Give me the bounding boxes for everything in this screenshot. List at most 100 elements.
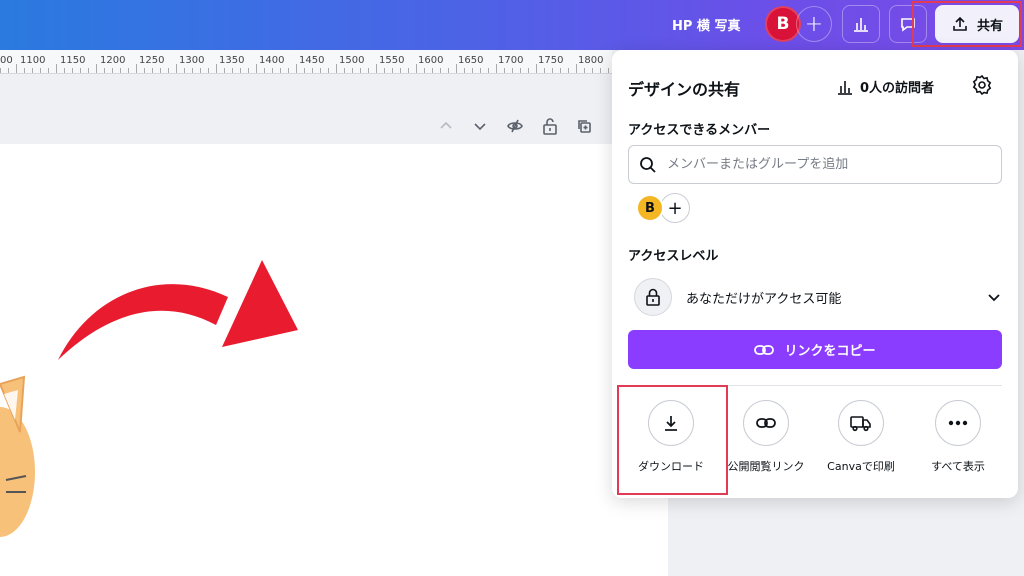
bar-chart-icon <box>854 18 868 32</box>
more-icon-wrapper <box>935 400 981 446</box>
ruler-minor-tick <box>248 68 249 73</box>
ruler-minor-tick <box>560 68 561 73</box>
download-highlight-box <box>617 385 728 495</box>
panel-title: デザインの共有 <box>628 80 741 99</box>
member-search-box[interactable] <box>628 145 1002 184</box>
ruler-minor-tick <box>392 68 393 73</box>
ruler-tick: 1550 <box>379 55 405 66</box>
ruler-minor-tick <box>136 64 137 73</box>
member-avatar[interactable]: B <box>636 194 664 222</box>
bar-chart-icon <box>838 80 852 95</box>
ruler-minor-tick <box>80 68 81 73</box>
public-link-label: 公開閲覧リンク <box>727 460 805 473</box>
ruler-minor-tick <box>24 68 25 73</box>
horizontal-ruler: 00 1100 1150 1200 1250 1300 1350 1400 14… <box>0 50 612 74</box>
ruler-minor-tick <box>208 68 209 73</box>
ruler-tick: 1300 <box>179 55 205 66</box>
ruler-minor-tick <box>424 68 425 73</box>
chevron-down-icon <box>474 123 486 131</box>
member-search-input[interactable] <box>667 157 967 172</box>
ruler-minor-tick <box>592 68 593 73</box>
move-down-button[interactable] <box>470 116 490 136</box>
ruler-tick: 1500 <box>339 55 365 66</box>
ruler-tick: 1450 <box>299 55 325 66</box>
ruler-tick: 1350 <box>219 55 245 66</box>
add-member-button[interactable]: + <box>660 193 690 223</box>
access-level-label: アクセスレベル <box>628 249 719 264</box>
ruler-minor-tick <box>240 68 241 73</box>
member-list: B + <box>636 193 690 223</box>
ruler-minor-tick <box>48 68 49 73</box>
move-up-button[interactable] <box>436 116 456 136</box>
duplicate-icon <box>578 120 591 133</box>
ruler-minor-tick <box>352 68 353 73</box>
ruler-minor-tick <box>88 68 89 73</box>
ruler-minor-tick <box>200 68 201 73</box>
design-title[interactable]: HP 横 写真 <box>672 15 740 34</box>
copy-link-button[interactable]: リンクをコピー <box>628 330 1002 369</box>
ruler-tick: 1100 <box>20 55 46 66</box>
ruler-minor-tick <box>408 68 409 73</box>
ruler-minor-tick <box>72 68 73 73</box>
red-arrow-graphic[interactable] <box>50 255 300 365</box>
ruler-minor-tick <box>176 64 177 73</box>
ruler-minor-tick <box>400 68 401 73</box>
ruler-minor-tick <box>184 68 185 73</box>
ruler-minor-tick <box>568 68 569 73</box>
ruler-minor-tick <box>480 68 481 73</box>
hide-page-button[interactable] <box>505 116 525 136</box>
ruler-minor-tick <box>120 68 121 73</box>
ruler-minor-tick <box>600 68 601 73</box>
print-label: Canvaで印刷 <box>827 460 895 473</box>
public-link-button[interactable]: 公開閲覧リンク <box>719 400 813 474</box>
ruler-minor-tick <box>104 68 105 73</box>
link-icon <box>756 418 776 428</box>
gear-icon[interactable] <box>971 74 993 96</box>
see-all-button[interactable]: すべて表示 <box>911 400 1005 474</box>
ruler-minor-tick <box>464 68 465 73</box>
ruler-minor-tick <box>336 64 337 73</box>
ruler-minor-tick <box>576 64 577 73</box>
add-collaborator-button[interactable]: + <box>796 6 832 42</box>
visitors-link[interactable]: 0人の訪問者 <box>836 77 934 96</box>
top-bar: HP 横 写真 B + 共有 <box>0 0 1024 50</box>
ruler-minor-tick <box>384 68 385 73</box>
ruler-minor-tick <box>448 68 449 73</box>
ruler-minor-tick <box>216 64 217 73</box>
ruler-minor-tick <box>40 68 41 73</box>
ruler-minor-tick <box>16 64 17 73</box>
ruler-tick: 00 <box>0 55 13 66</box>
cat-illustration[interactable] <box>0 372 40 542</box>
lock-icon-wrapper <box>634 278 672 316</box>
ruler-tick: 1250 <box>139 55 165 66</box>
ruler-minor-tick <box>360 68 361 73</box>
access-level-dropdown[interactable]: あなただけがアクセス可能 <box>634 277 1004 317</box>
ruler-tick: 1400 <box>259 55 285 66</box>
ruler-minor-tick <box>504 68 505 73</box>
ruler-minor-tick <box>288 68 289 73</box>
ruler-minor-tick <box>8 68 9 73</box>
ruler-tick: 1600 <box>418 55 444 66</box>
see-all-label: すべて表示 <box>931 460 985 473</box>
ruler-minor-tick <box>536 64 537 73</box>
ruler-minor-tick <box>584 68 585 73</box>
ruler-tick: 1750 <box>538 55 564 66</box>
ruler-minor-tick <box>264 68 265 73</box>
page-toolbar <box>0 74 612 144</box>
ruler-minor-tick <box>224 68 225 73</box>
ruler-minor-tick <box>64 68 65 73</box>
print-button[interactable]: Canvaで印刷 <box>814 400 908 474</box>
lock-page-button[interactable] <box>540 116 560 136</box>
ruler-minor-tick <box>272 68 273 73</box>
ruler-minor-tick <box>488 68 489 73</box>
truck-icon <box>850 416 871 432</box>
ruler-minor-tick <box>320 68 321 73</box>
duplicate-page-button[interactable] <box>574 116 594 136</box>
ruler-minor-tick <box>32 68 33 73</box>
ruler-minor-tick <box>56 64 57 73</box>
ruler-minor-tick <box>152 68 153 73</box>
ruler-tick: 1700 <box>498 55 524 66</box>
insights-button[interactable] <box>842 5 880 43</box>
ruler-minor-tick <box>544 68 545 73</box>
ruler-minor-tick <box>232 68 233 73</box>
